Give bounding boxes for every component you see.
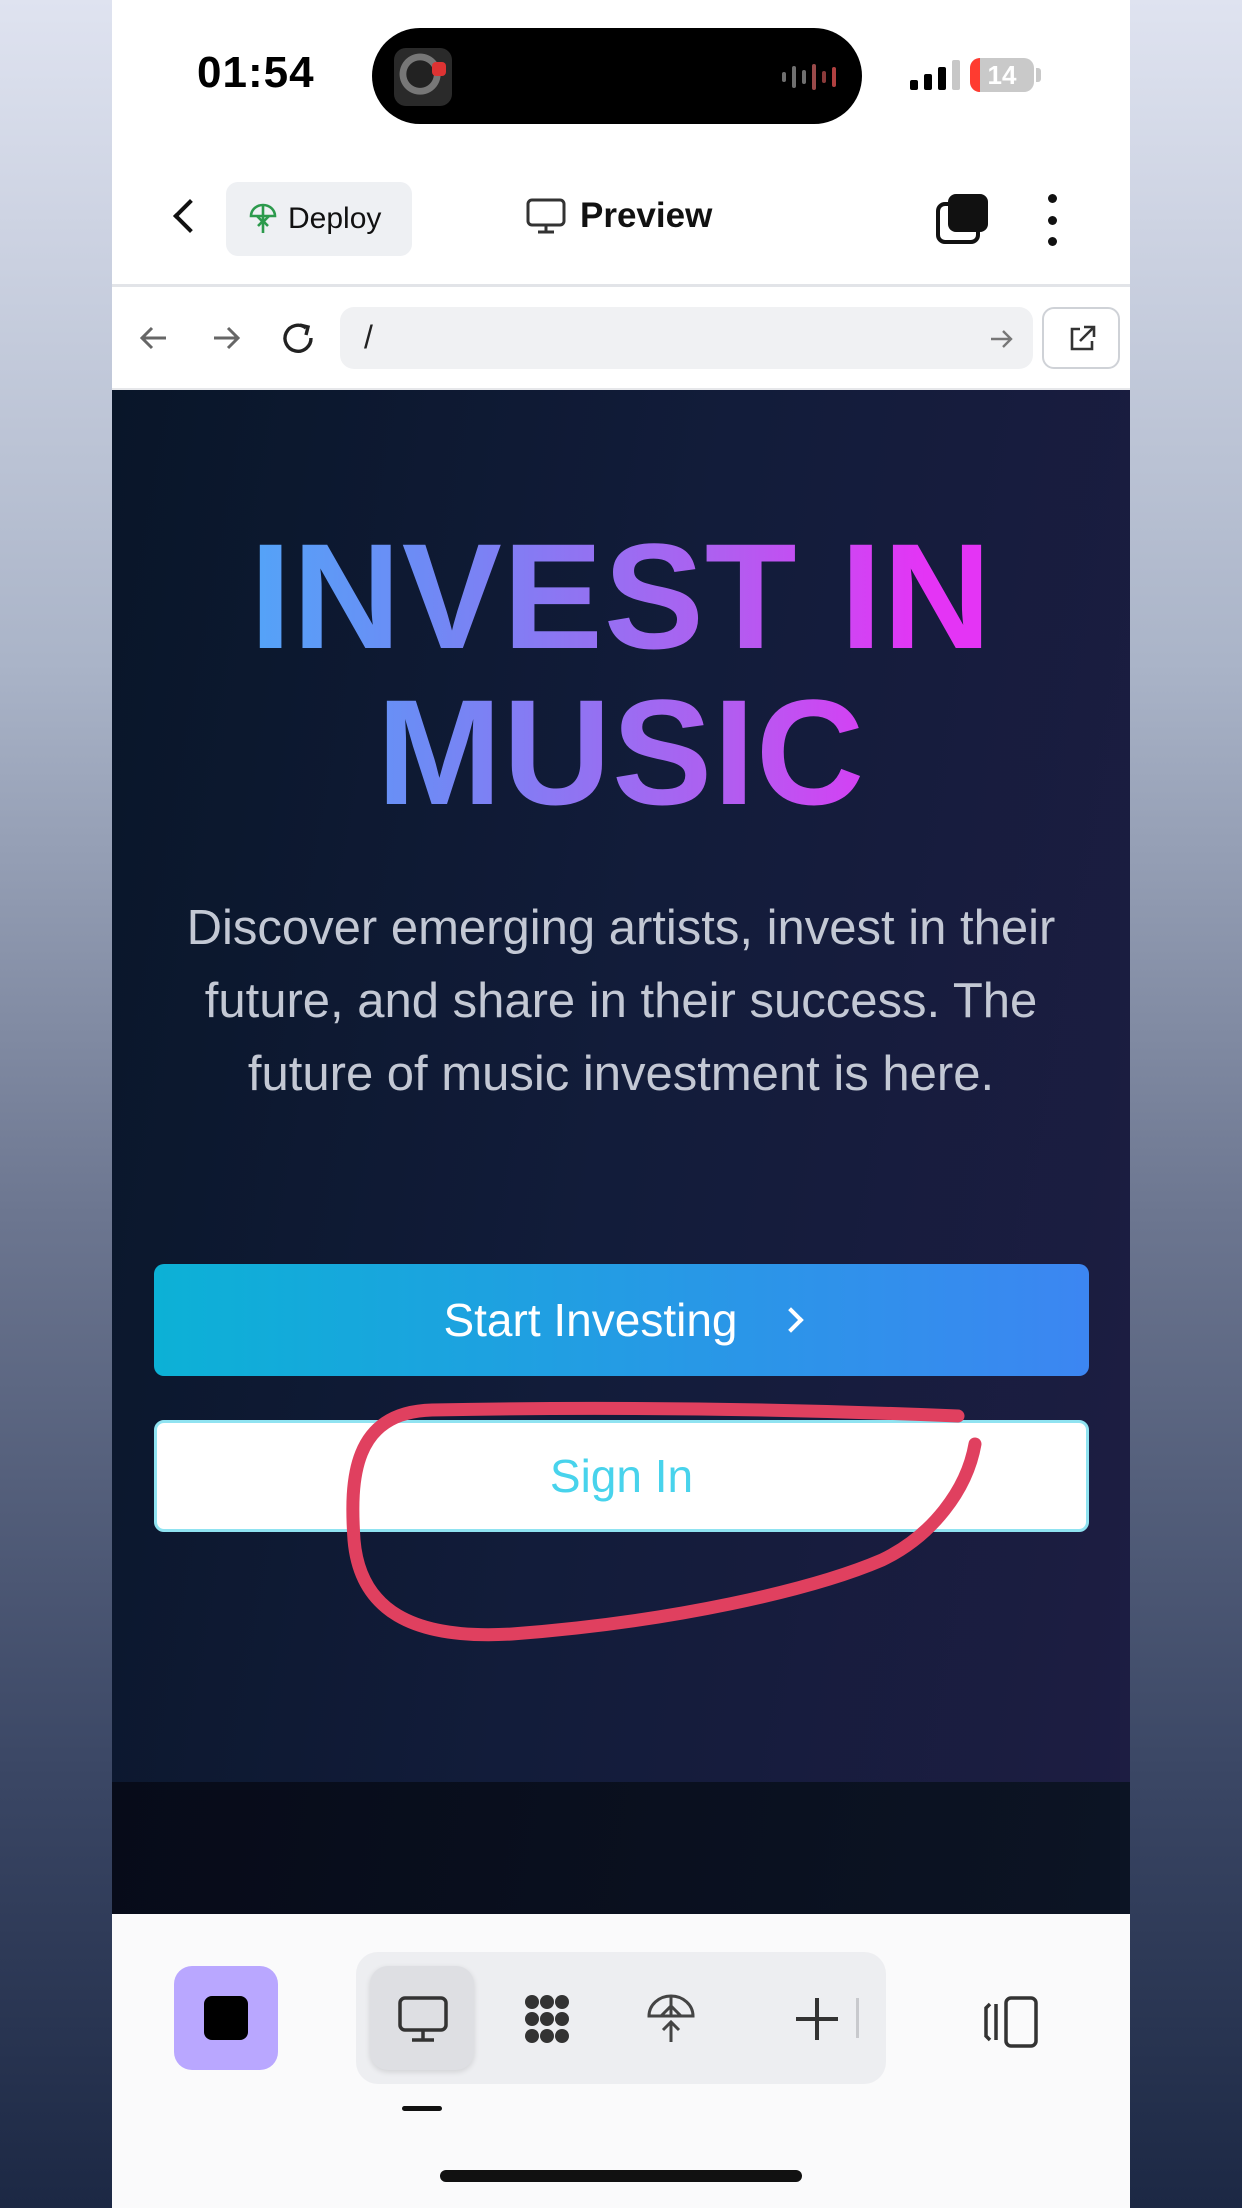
go-arrow-icon[interactable] (987, 325, 1015, 353)
sign-in-button[interactable]: Sign In (154, 1420, 1089, 1532)
deploy-icon (647, 1994, 695, 2042)
add-tool-button[interactable] (764, 1966, 868, 2070)
open-external-icon (1070, 325, 1096, 351)
monitor-icon (526, 198, 566, 234)
active-tab-indicator (402, 2106, 442, 2111)
phone-screen: 01:54 14 Deploy Preview / INVEST IN MUSI… (112, 0, 1130, 2208)
plus-icon (796, 1998, 838, 2040)
battery-icon: 14 (970, 58, 1034, 92)
monitor-icon (398, 1996, 448, 2042)
hero-title-line2: MUSIC (376, 668, 866, 836)
more-icon[interactable] (1042, 194, 1062, 246)
split-view-icon[interactable] (982, 1994, 1042, 2050)
hero-title: INVEST IN MUSIC (112, 518, 1130, 830)
open-external-button[interactable] (1042, 307, 1120, 369)
nav-back-icon[interactable] (134, 318, 174, 358)
chevron-right-icon (777, 1307, 804, 1333)
battery-level: 14 (987, 60, 1017, 90)
bottom-toolbar (112, 1914, 1130, 2208)
preview-label: Preview (580, 196, 713, 235)
status-time: 01:54 (197, 48, 315, 97)
tool-group (356, 1952, 886, 2084)
deploy-icon (249, 203, 277, 233)
start-investing-button[interactable]: Start Investing (154, 1264, 1089, 1376)
tabs-icon[interactable] (934, 194, 988, 246)
home-indicator[interactable] (440, 2170, 802, 2182)
url-input[interactable]: / (340, 307, 1033, 369)
audio-wave-icon (782, 62, 836, 92)
music-thumbnail-icon (394, 48, 452, 106)
nav-forward-icon[interactable] (206, 318, 246, 358)
deploy-tool-button[interactable] (618, 1966, 722, 2070)
header-divider (112, 284, 1130, 287)
deploy-button[interactable]: Deploy (226, 182, 412, 256)
battery-cap (1036, 68, 1041, 82)
dynamic-island[interactable] (372, 28, 862, 124)
page-footer-strip (112, 1782, 1130, 1914)
back-icon[interactable] (164, 196, 204, 240)
workspace-tool-button[interactable] (494, 1966, 598, 2070)
sign-in-label: Sign In (549, 1450, 694, 1502)
reload-icon[interactable] (278, 318, 318, 358)
preview-tool-button[interactable] (370, 1966, 474, 2070)
hero-title-line1: INVEST IN (249, 512, 993, 680)
grid-blob-icon (525, 1995, 569, 2043)
stop-button[interactable] (174, 1966, 278, 2070)
stop-icon (204, 1996, 248, 2040)
hero-subtitle: Discover emerging artists, invest in the… (186, 901, 1056, 1101)
signal-icon (910, 60, 960, 90)
deploy-label: Deploy (288, 202, 382, 235)
hero-section: INVEST IN MUSIC Discover emerging artist… (112, 390, 1130, 1782)
start-investing-label: Start Investing (443, 1294, 738, 1346)
preview-title[interactable]: Preview (526, 196, 712, 236)
url-text: / (364, 319, 373, 355)
